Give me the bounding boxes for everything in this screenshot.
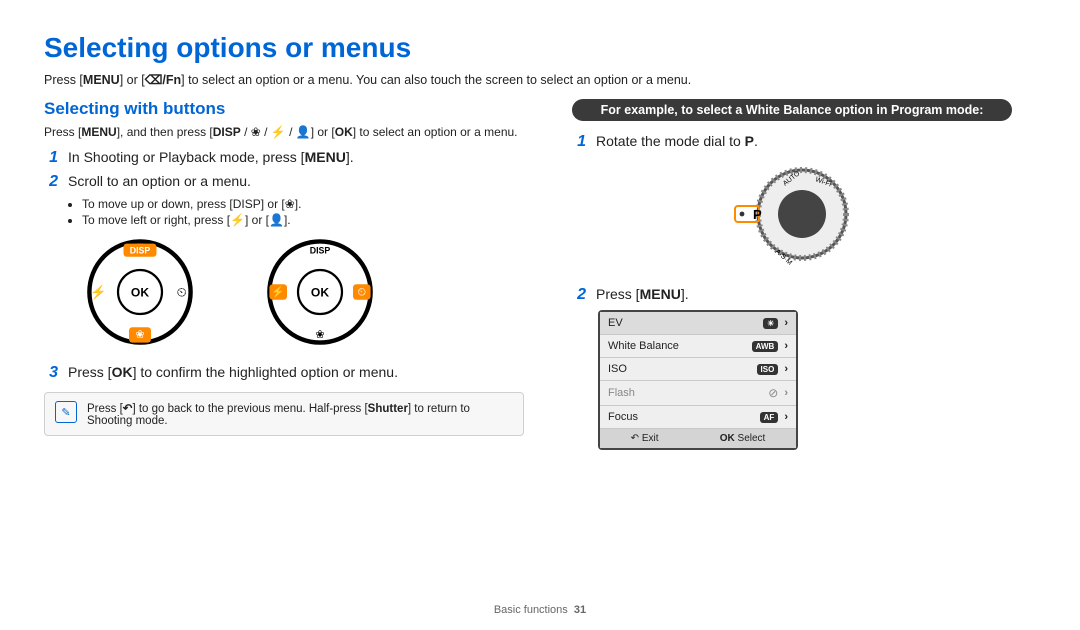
awb-icon: AWB <box>752 341 779 352</box>
flash-off-icon: ⊘ <box>768 386 778 400</box>
menu-row-iso: ISO ISO› <box>600 358 796 381</box>
svg-text:❀: ❀ <box>315 329 324 341</box>
step-number: 3 <box>44 364 58 382</box>
left-column: Selecting with buttons Press [MENU], and… <box>44 99 524 450</box>
svg-text:⚡: ⚡ <box>271 285 285 298</box>
step-number: 2 <box>44 173 58 191</box>
bullet: To move up or down, press [DISP] or [❀]. <box>82 197 524 211</box>
af-icon: AF <box>760 412 779 423</box>
svg-text:⚡: ⚡ <box>90 284 106 300</box>
menu-row-flash: Flash ⊘› <box>600 381 796 406</box>
buttons-note: Press [MENU], and then press [DISP / ❀ /… <box>44 125 524 139</box>
step-2-right: 2 Press [MENU]. <box>572 286 1012 304</box>
step-1: 1 In Shooting or Playback mode, press [M… <box>44 149 524 167</box>
intro-text: Press [MENU] or [⌫/Fn] to select an opti… <box>44 72 1036 87</box>
svg-text:P: P <box>753 207 762 222</box>
chevron-right-icon: › <box>784 317 788 329</box>
dial-vertical: OK DISP ❀ ⚡ ⏲ <box>70 237 210 350</box>
example-pill: For example, to select a White Balance o… <box>572 99 1012 121</box>
step-1-right: 1 Rotate the mode dial to P. <box>572 133 1012 151</box>
svg-text:DISP: DISP <box>310 246 331 256</box>
chevron-right-icon: › <box>784 340 788 352</box>
fn-button-label: ⌫/Fn <box>145 73 181 87</box>
back-icon: ↶ <box>631 433 639 444</box>
svg-text:⏲: ⏲ <box>177 284 187 299</box>
bullet: To move left or right, press [⚡] or [👤]. <box>82 213 524 227</box>
page-footer: Basic functions 31 <box>0 604 1080 616</box>
menu-row-wb: White Balance AWB› <box>600 335 796 358</box>
chevron-right-icon: › <box>784 363 788 375</box>
step-2: 2 Scroll to an option or a menu. <box>44 173 524 191</box>
right-column: For example, to select a White Balance o… <box>572 99 1012 450</box>
svg-text:OK: OK <box>131 285 149 299</box>
step-2-bullets: To move up or down, press [DISP] or [❀].… <box>70 197 524 227</box>
step-3: 3 Press [OK] to confirm the highlighted … <box>44 364 524 382</box>
chevron-right-icon: › <box>784 411 788 423</box>
mode-dial-graphic: P AUTO Wi-Fi A·S·M <box>572 159 1012 272</box>
direction-dials: OK DISP ❀ ⚡ ⏲ OK <box>70 237 524 350</box>
chevron-right-icon: › <box>784 387 788 399</box>
svg-text:DISP: DISP <box>130 246 151 256</box>
subheading: Selecting with buttons <box>44 99 524 119</box>
ev-icon: ☀ <box>763 318 778 329</box>
svg-text:⏲: ⏲ <box>358 286 367 298</box>
menu-screenshot: EV ☀› White Balance AWB› ISO ISO› Flash … <box>598 310 798 450</box>
menu-row-focus: Focus AF› <box>600 406 796 429</box>
step-number: 1 <box>44 149 58 167</box>
page-title: Selecting options or menus <box>44 32 1036 64</box>
ok-icon: OK <box>720 433 735 444</box>
dial-horizontal: OK DISP ❀ ⚡ ⏲ <box>250 237 390 350</box>
info-box: ✎ Press [↶] to go back to the previous m… <box>44 392 524 436</box>
menu-footer: ↶ Exit OK Select <box>600 429 796 448</box>
iso-icon: ISO <box>757 364 779 375</box>
menu-button-label: MENU <box>83 73 120 87</box>
info-icon: ✎ <box>55 401 77 423</box>
svg-text:❀: ❀ <box>135 329 144 341</box>
menu-row-ev: EV ☀› <box>600 312 796 335</box>
svg-text:OK: OK <box>311 285 329 299</box>
